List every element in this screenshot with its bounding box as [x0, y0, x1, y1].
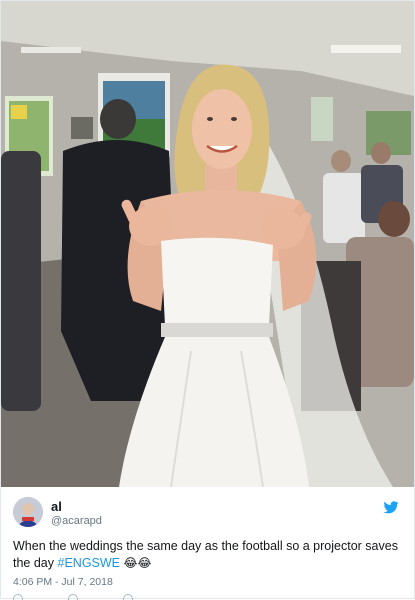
tweet-text: When the weddings the same day as the fo…	[13, 538, 408, 572]
user-names: al @acarapd	[51, 499, 102, 528]
reply-icon[interactable]	[13, 594, 23, 600]
tweet-card: al @acarapd When the weddings the same d…	[0, 0, 415, 600]
tweet-photo[interactable]	[1, 1, 414, 487]
wedding-photo-illustration	[1, 1, 414, 487]
hashtag-link[interactable]: #ENGSWE	[58, 556, 121, 570]
tweet-actions	[13, 594, 393, 600]
twitter-bird-icon[interactable]	[383, 501, 399, 515]
tweet-header: al @acarapd	[13, 497, 403, 531]
tweet-timestamp[interactable]: 4:06 PM - Jul 7, 2018	[13, 576, 113, 588]
user-handle[interactable]: @acarapd	[51, 514, 102, 528]
avatar[interactable]	[13, 497, 43, 527]
laughing-emoji: 😂😂	[123, 556, 152, 570]
avatar-image	[13, 497, 43, 527]
retweet-icon[interactable]	[68, 594, 78, 600]
like-icon[interactable]	[123, 594, 133, 600]
display-name[interactable]: al	[51, 499, 102, 514]
